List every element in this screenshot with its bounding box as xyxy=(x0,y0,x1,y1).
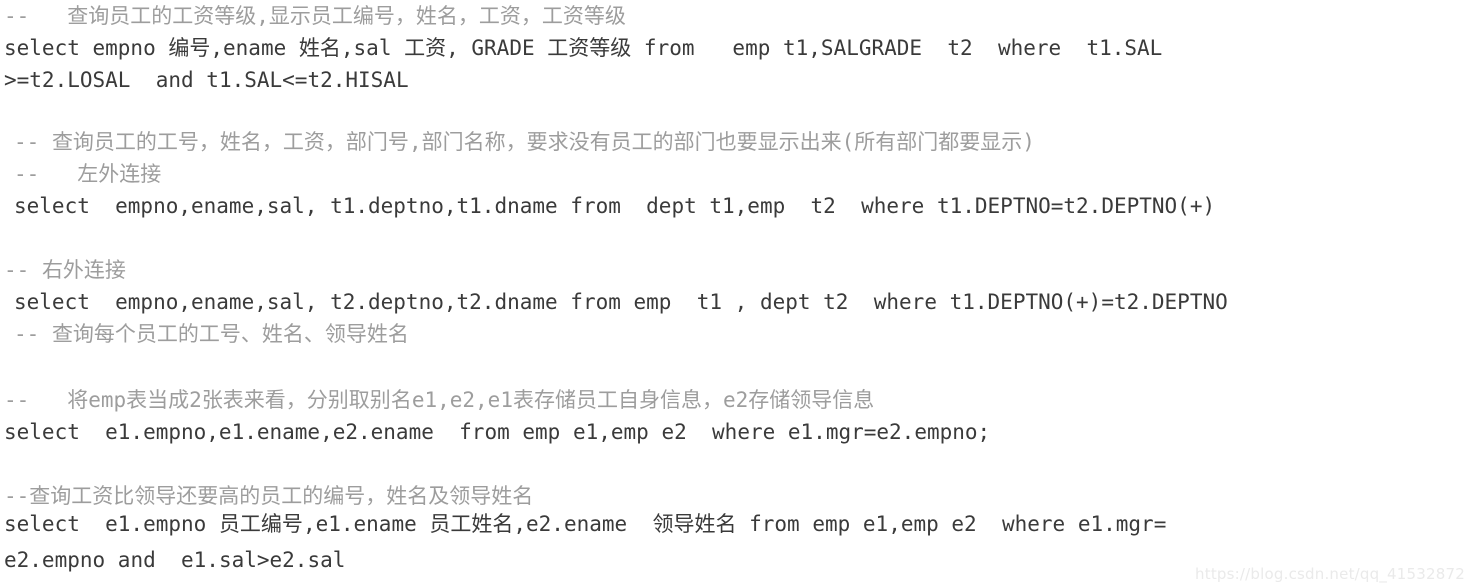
code-line-line-5: -- 左外连接 xyxy=(14,160,161,188)
code-token-keyword: select xyxy=(4,420,80,444)
code-line-line-10: -- 将emp表当成2张表来看，分别取别名e1,e2,e1表存储员工自身信息，e… xyxy=(4,386,874,414)
code-token-comment: , xyxy=(408,130,422,154)
code-token-keyword: select xyxy=(4,36,80,60)
code-token-comment: ) xyxy=(1022,130,1035,154)
code-token-keyword: from xyxy=(643,36,695,60)
code-token-plain: ,ename xyxy=(210,36,299,60)
code-token-plain: t1.DEPTNO=t2.DEPTNO(+) xyxy=(924,194,1216,218)
code-token-comment: -- xyxy=(4,388,68,412)
code-token-plain: e1.empno xyxy=(79,512,219,536)
code-token-comment: 查询工资比领导还要高的员工的编号，姓名及领导姓名 xyxy=(29,484,534,508)
code-line-line-11: select e1.empno,e1.ename,e2.ename from e… xyxy=(4,418,990,446)
code-block[interactable]: -- 查询员工的工资等级,显示员工编号，姓名，工资，工资等级 select em… xyxy=(0,0,1471,587)
code-token-plain: emp t1,SALGRADE t2 xyxy=(694,36,998,60)
code-token-keyword: from xyxy=(459,420,510,444)
code-token-plain: t1.SAL xyxy=(1061,36,1163,60)
code-token-keyword: and xyxy=(155,68,194,92)
code-token-keyword: where xyxy=(1001,512,1066,536)
code-token-plain: e2.empno xyxy=(4,548,118,572)
code-token-comment: 显示员工编号，姓名，工资，工资等级 xyxy=(268,4,626,28)
code-token-comment: -- xyxy=(14,322,52,346)
code-line-line-13: select e1.empno 员工编号,e1.ename 员工姓名,e2.en… xyxy=(4,510,1166,538)
code-token-plain: e1.sal>e2.sal xyxy=(155,548,346,572)
code-line-line-9: -- 查询每个员工的工号、姓名、领导姓名 xyxy=(14,320,409,348)
code-line-line-12: --查询工资比领导还要高的员工的编号，姓名及领导姓名 xyxy=(4,482,533,510)
code-line-line-3: >=t2.LOSAL and t1.SAL<=t2.HISAL xyxy=(4,66,409,94)
code-token-plain: e1.empno,e1.ename,e2.ename xyxy=(79,420,460,444)
code-line-line-8: select empno,ename,sal, t2.deptno,t2.dna… xyxy=(14,288,1228,316)
code-token-keyword: select xyxy=(14,194,90,218)
code-token-comment: 将 xyxy=(67,388,89,412)
code-token-plain: 员工编号 xyxy=(218,512,303,536)
code-token-comment: -- xyxy=(4,258,42,282)
code-token-plain: ,sal xyxy=(340,36,405,60)
code-token-keyword: from xyxy=(570,194,621,218)
code-token-comment: -- xyxy=(14,162,78,186)
code-token-comment: e1,e2,e1 xyxy=(411,388,513,412)
code-line-line-6: select empno,ename,sal, t1.deptno,t1.dna… xyxy=(14,192,1215,220)
code-token-plain: >=t2.LOSAL xyxy=(4,68,156,92)
code-token-plain: 姓名 xyxy=(298,36,341,60)
code-token-plain: ,e1.ename xyxy=(302,512,430,536)
code-token-keyword: and xyxy=(117,548,156,572)
code-token-comment: 所有部门都要显示 xyxy=(854,130,1023,154)
code-token-plain: 工资 xyxy=(404,36,447,60)
code-token-comment: 张表来看，分别取别名 xyxy=(201,388,412,412)
code-token-keyword: where xyxy=(873,290,937,314)
code-token-plain: emp e1,emp e2 xyxy=(799,512,1002,536)
code-token-comment: 右外连接 xyxy=(41,258,126,282)
code-token-keyword: select xyxy=(14,290,90,314)
code-line-line-1: -- 查询员工的工资等级,显示员工编号，姓名，工资，工资等级 xyxy=(4,2,626,30)
code-token-plain: dept t1,emp t2 xyxy=(620,194,862,218)
code-token-plain: empno xyxy=(79,36,169,60)
code-token-plain: emp e1,emp e2 xyxy=(509,420,713,444)
code-token-plain: 工资等级 xyxy=(547,36,632,60)
code-token-comment: 2 xyxy=(189,388,202,412)
code-token-comment: 部门名称，要求没有员工的部门也要显示出来 xyxy=(421,130,842,154)
code-token-comment: 存储领导信息 xyxy=(748,388,875,412)
code-line-line-7: -- 右外连接 xyxy=(4,256,126,284)
code-token-plain: emp t1 , dept t2 xyxy=(620,290,874,314)
code-token-comment: 表当成 xyxy=(126,388,190,412)
code-token-comment: , xyxy=(256,4,269,28)
code-token-keyword: from xyxy=(570,290,621,314)
code-token-plain: 员工姓名 xyxy=(429,512,514,536)
code-token-comment: -- xyxy=(14,130,52,154)
code-token-plain: 编号 xyxy=(168,36,211,60)
code-token-plain: t1.DEPTNO(+)=t2.DEPTNO xyxy=(936,290,1228,314)
code-line-line-14: e2.empno and e1.sal>e2.sal xyxy=(4,546,345,574)
code-token-comment: 查询每个员工的工号、姓名、领导姓名 xyxy=(51,322,409,346)
code-token-plain: empno,ename,sal, t1.deptno,t1.dname xyxy=(89,194,571,218)
code-token-keyword: where xyxy=(712,420,776,444)
code-token-plain: 领导姓名 xyxy=(652,512,737,536)
code-token-plain: ,e2.ename xyxy=(513,512,653,536)
code-token-keyword: where xyxy=(997,36,1062,60)
code-token-plain: , GRADE xyxy=(446,36,548,60)
code-token-plain: t1.SAL<=t2.HISAL xyxy=(193,68,409,92)
code-token-comment: 查询员工的工资等级 xyxy=(67,4,257,28)
code-token-comment: 表存储员工自身信息， xyxy=(512,388,723,412)
code-token-comment: 左外连接 xyxy=(77,162,162,186)
code-token-plain: e1.mgr=e2.empno; xyxy=(775,420,991,444)
code-token-comment: ( xyxy=(841,130,855,154)
code-token-keyword: where xyxy=(861,194,925,218)
code-token-comment: e2 xyxy=(722,388,749,412)
code-token-plain: e1.mgr= xyxy=(1065,512,1167,536)
code-token-keyword: from xyxy=(749,512,800,536)
code-token-plain: empno,ename,sal, t2.deptno,t2.dname xyxy=(89,290,571,314)
watermark: https://blog.csdn.net/qq_41532872 xyxy=(1195,565,1465,583)
code-token-keyword: select xyxy=(4,512,80,536)
code-line-line-2: select empno 编号,ename 姓名,sal 工资, GRADE 工… xyxy=(4,34,1162,62)
code-token-comment: -- xyxy=(4,484,30,508)
code-token-comment: -- xyxy=(4,4,68,28)
code-token-comment: 查询员工的工号，姓名，工资，部门号 xyxy=(51,130,409,154)
code-token-comment: emp xyxy=(88,388,127,412)
code-line-line-4: -- 查询员工的工号，姓名，工资，部门号,部门名称，要求没有员工的部门也要显示出… xyxy=(14,128,1035,156)
